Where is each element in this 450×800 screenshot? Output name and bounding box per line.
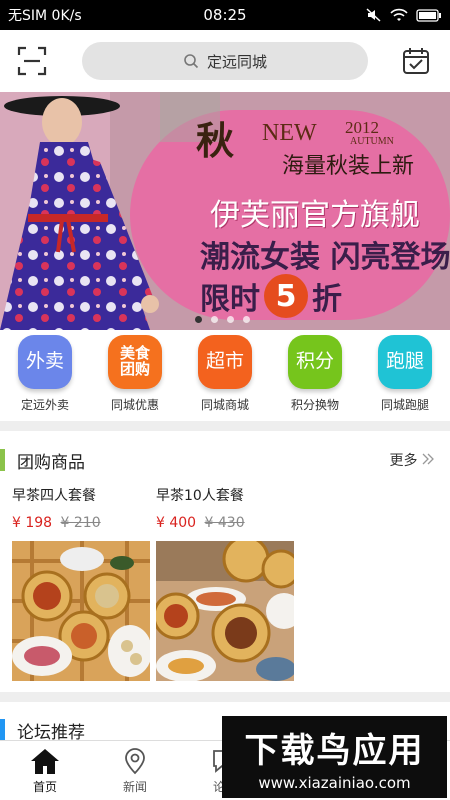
- supermarket-icon: 超市: [198, 335, 252, 389]
- category-item-takeaway[interactable]: 外卖 定远外卖: [0, 331, 90, 419]
- tab-label: 新闻: [122, 780, 147, 794]
- banner-discount-number: 5: [264, 274, 308, 318]
- double-chevron-right-icon: [422, 453, 434, 465]
- banner-season: 秋: [196, 119, 235, 163]
- product-price: ¥ 198: [12, 515, 53, 531]
- product-card[interactable]: 早茶四人套餐 ¥ 198 ¥ 210: [12, 485, 150, 681]
- scan-icon[interactable]: [17, 46, 47, 76]
- errand-icon: 跑腿: [378, 335, 432, 389]
- tab-news[interactable]: 新闻: [90, 741, 180, 800]
- carousel-dot[interactable]: [195, 316, 202, 323]
- watermark-logo: 下载鸟应用 www.xiazainiao.com: [222, 716, 447, 798]
- watermark-url: www.xiazainiao.com: [258, 773, 411, 792]
- promo-banner[interactable]: 秋 NEW 2012 AUTUMN 海量秋装上新 伊芙丽官方旗舰 潮流女装 闪亮…: [0, 92, 450, 330]
- home-icon: [31, 749, 59, 774]
- battery-icon: [416, 8, 441, 22]
- top-bar: 定远同城: [0, 30, 450, 92]
- banner-autumn: AUTUMN: [350, 136, 394, 147]
- points-icon: 积分: [288, 335, 342, 389]
- group-buy-header: 团购商品 更多: [0, 440, 450, 480]
- banner-line4-post: 折: [312, 282, 342, 317]
- search-placeholder: 定远同城: [206, 52, 267, 71]
- product-name: 早茶10人套餐: [156, 488, 244, 504]
- food-group-buy-icon: 美食 团购: [108, 335, 162, 389]
- wifi-icon: [390, 8, 408, 21]
- banner-line4: 限时 5 折: [200, 274, 342, 318]
- product-original-price: ¥ 210: [60, 515, 101, 531]
- more-link[interactable]: 更多: [390, 450, 434, 470]
- search-bar[interactable]: 定远同城: [82, 42, 368, 80]
- banner-new: NEW: [262, 120, 317, 146]
- map-pin-icon: [125, 748, 145, 775]
- section-divider: [0, 421, 450, 431]
- product-price-row: ¥ 198 ¥ 210: [12, 515, 150, 531]
- category-label: 定远外卖: [20, 398, 69, 412]
- tab-label: 首页: [32, 780, 57, 794]
- status-icons: [366, 8, 442, 22]
- carousel-dot[interactable]: [227, 316, 234, 323]
- product-price-row: ¥ 400 ¥ 430: [156, 515, 294, 531]
- product-image: [156, 541, 294, 681]
- banner-line3: 潮流女装 闪亮登场: [200, 240, 450, 275]
- product-image: [12, 541, 150, 681]
- calendar-checkin-icon[interactable]: [401, 46, 431, 76]
- banner-year: 2012: [345, 118, 379, 137]
- product-price: ¥ 400: [156, 515, 197, 531]
- status-bar: 无SIM 0K/s 08:25: [0, 0, 450, 30]
- section-divider: [0, 692, 450, 702]
- product-card[interactable]: 早茶10人套餐 ¥ 400 ¥ 430: [156, 485, 294, 681]
- category-item-points[interactable]: 积分 积分换物: [270, 331, 360, 419]
- watermark-title: 下载鸟应用: [244, 730, 425, 771]
- banner-line4-pre: 限时: [200, 282, 260, 317]
- section-title: 团购商品: [17, 452, 85, 473]
- category-label: 同城跑腿: [380, 398, 429, 412]
- category-item-errand[interactable]: 跑腿 同城跑腿: [360, 331, 450, 419]
- section-accent-bar: [0, 449, 5, 471]
- category-label: 同城优惠: [110, 398, 159, 412]
- category-label: 积分换物: [290, 398, 339, 412]
- banner-line2: 伊芙丽官方旗舰: [210, 198, 420, 233]
- section-accent-bar: [0, 719, 5, 741]
- carousel-dot[interactable]: [243, 316, 250, 323]
- mute-icon: [366, 8, 381, 22]
- takeaway-icon: 外卖: [18, 335, 72, 389]
- product-name: 早茶四人套餐: [12, 488, 96, 504]
- carousel-dots[interactable]: [195, 316, 250, 323]
- category-item-group-buy[interactable]: 美食 团购 同城优惠: [90, 331, 180, 419]
- category-grid: 外卖 定远外卖 美食 团购 同城优惠 超市 同城商城 积分 积分换物 跑腿 同城…: [0, 331, 450, 419]
- more-label: 更多: [389, 453, 418, 469]
- search-icon: [184, 54, 199, 69]
- section-title: 论坛推荐: [17, 722, 85, 743]
- category-label: 同城商城: [200, 398, 249, 412]
- carousel-dot[interactable]: [211, 316, 218, 323]
- banner-line1: 海量秋装上新: [282, 154, 415, 179]
- category-item-mall[interactable]: 超市 同城商城: [180, 331, 270, 419]
- tab-home[interactable]: 首页: [0, 741, 90, 800]
- product-original-price: ¥ 430: [204, 515, 245, 531]
